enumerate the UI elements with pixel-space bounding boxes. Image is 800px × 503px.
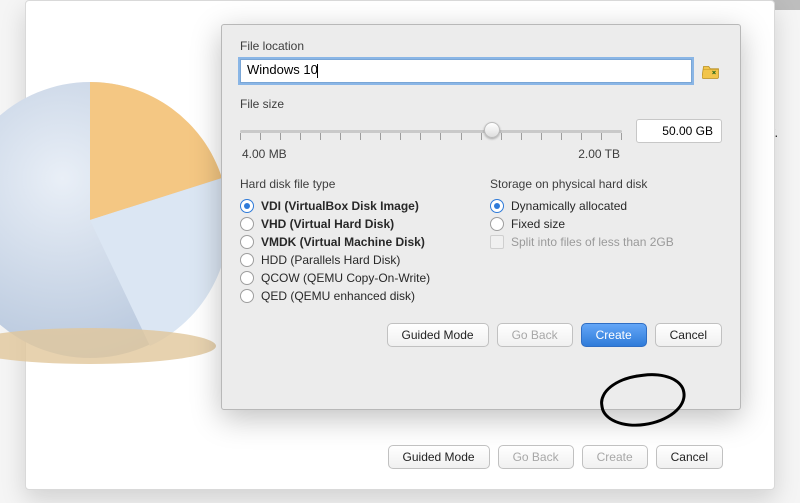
storage-label: Storage on physical hard disk (490, 177, 722, 191)
disk-type-option-1[interactable]: VHD (Virtual Hard Disk) (240, 215, 472, 233)
storage-option-1[interactable]: Fixed size (490, 215, 722, 233)
disk-type-option-3[interactable]: HDD (Parallels Hard Disk) (240, 251, 472, 269)
storage-label-0: Dynamically allocated (511, 199, 627, 213)
storage-option-0[interactable]: Dynamically allocated (490, 197, 722, 215)
disk-type-radio-3[interactable] (240, 253, 254, 267)
storage-radio-0[interactable] (490, 199, 504, 213)
parent-wizard-button-row: Guided Mode Go Back Create Cancel (221, 445, 741, 469)
text-caret (317, 64, 318, 78)
split-files-check (490, 235, 504, 249)
cancel-button[interactable]: Cancel (655, 323, 722, 347)
file-size-slider[interactable] (240, 119, 622, 143)
disk-type-option-4[interactable]: QCOW (QEMU Copy-On-Write) (240, 269, 472, 287)
disk-type-label-4: QCOW (QEMU Copy-On-Write) (261, 271, 430, 285)
folder-icon (702, 63, 720, 79)
file-location-value: Windows 10 (247, 62, 318, 77)
disk-type-radio-4[interactable] (240, 271, 254, 285)
disk-type-label-5: QED (QEMU enhanced disk) (261, 289, 415, 303)
guided-mode-button[interactable]: Guided Mode (387, 323, 489, 347)
size-max-label: 2.00 TB (578, 147, 620, 161)
browse-folder-button[interactable] (700, 60, 722, 82)
file-size-value: 50.00 GB (662, 124, 713, 138)
pie-chart-illustration (0, 70, 240, 370)
disk-type-radio-5[interactable] (240, 289, 254, 303)
split-files-label: Split into files of less than 2GB (511, 235, 674, 249)
outer-guided-mode-button[interactable]: Guided Mode (388, 445, 490, 469)
disk-type-radio-0[interactable] (240, 199, 254, 213)
file-location-input[interactable]: Windows 10 (240, 59, 692, 83)
file-size-value-box[interactable]: 50.00 GB (636, 119, 722, 143)
disk-type-options: VDI (VirtualBox Disk Image) VHD (Virtual … (240, 197, 472, 305)
slider-ticks (240, 133, 622, 141)
disk-type-radio-1[interactable] (240, 217, 254, 231)
disk-type-option-0[interactable]: VDI (VirtualBox Disk Image) (240, 197, 472, 215)
create-button[interactable]: Create (581, 323, 647, 347)
disk-type-label-3: HDD (Parallels Hard Disk) (261, 253, 400, 267)
storage-options: Dynamically allocated Fixed size (490, 197, 722, 233)
outer-create-button: Create (582, 445, 648, 469)
storage-label-1: Fixed size (511, 217, 565, 231)
outer-go-back-button[interactable]: Go Back (498, 445, 574, 469)
disk-type-label-2: VMDK (Virtual Machine Disk) (261, 235, 425, 249)
split-files-checkbox: Split into files of less than 2GB (490, 233, 722, 251)
create-virtual-disk-dialog: File location Windows 10 File size 50.00… (221, 24, 741, 410)
disk-type-label-0: VDI (VirtualBox Disk Image) (261, 199, 419, 213)
slider-range-labels: 4.00 MB 2.00 TB (240, 147, 722, 171)
storage-radio-1[interactable] (490, 217, 504, 231)
file-size-label: File size (240, 97, 722, 111)
file-location-label: File location (240, 39, 722, 53)
dialog-button-row: Guided Mode Go Back Create Cancel (240, 323, 722, 347)
disk-type-label: Hard disk file type (240, 177, 472, 191)
size-min-label: 4.00 MB (242, 147, 287, 161)
disk-type-option-2[interactable]: VMDK (Virtual Machine Disk) (240, 233, 472, 251)
disk-type-radio-2[interactable] (240, 235, 254, 249)
slider-knob[interactable] (484, 122, 500, 138)
disk-type-label-1: VHD (Virtual Hard Disk) (261, 217, 394, 231)
go-back-button[interactable]: Go Back (497, 323, 573, 347)
outer-cancel-button[interactable]: Cancel (656, 445, 723, 469)
disk-type-option-5[interactable]: QED (QEMU enhanced disk) (240, 287, 472, 305)
